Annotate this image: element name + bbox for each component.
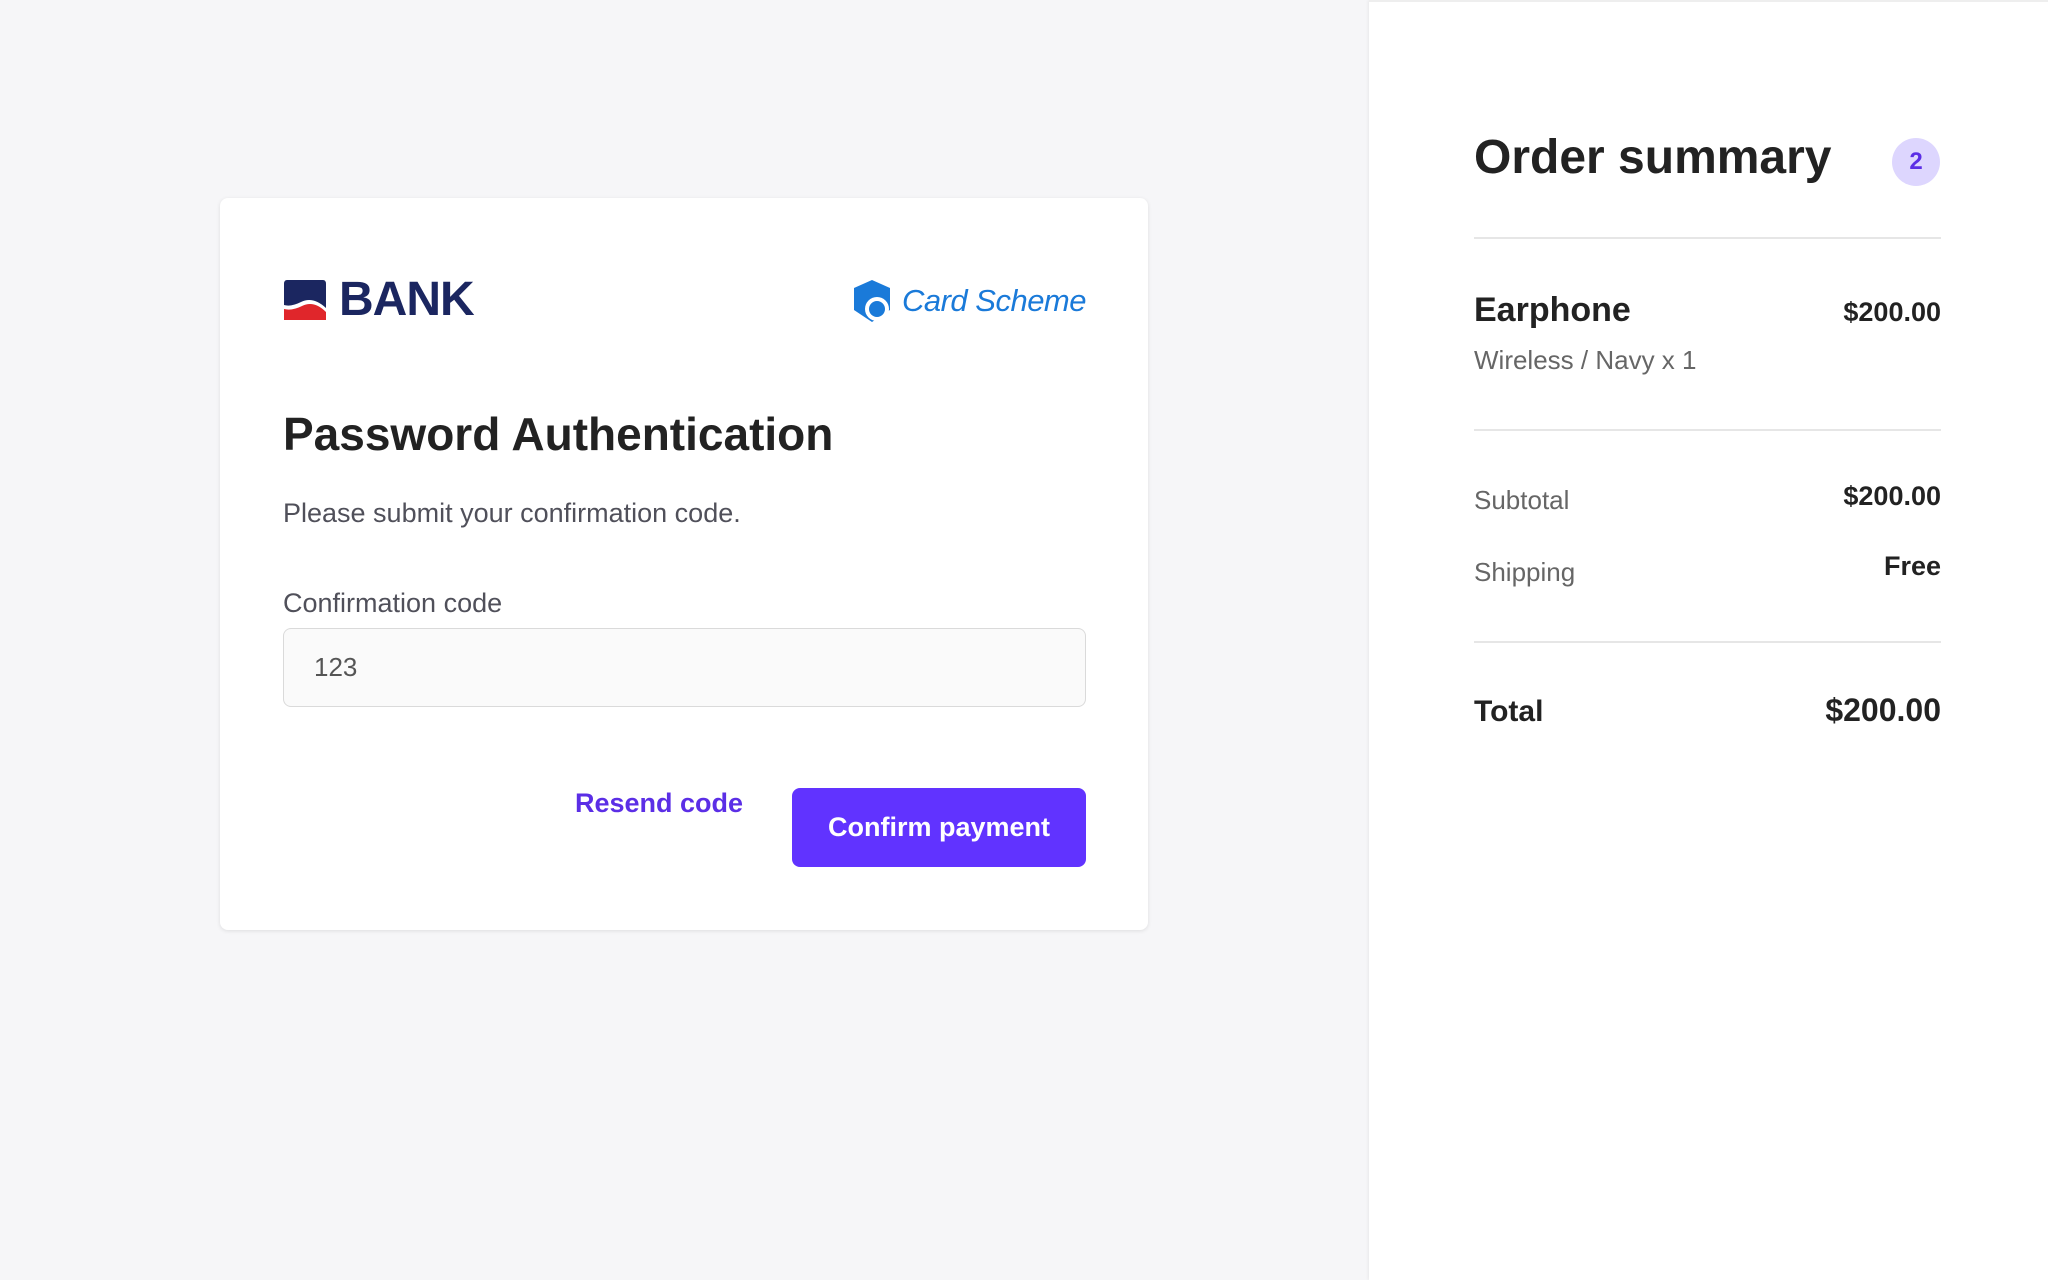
subtotal-value: $200.00 <box>1843 481 1941 511</box>
confirmation-code-input[interactable] <box>283 628 1086 707</box>
divider <box>1474 237 1941 239</box>
authentication-pane: BANK Card Scheme Password Authentication… <box>0 0 1369 1280</box>
total-value: $200.00 <box>1825 692 1941 728</box>
confirm-payment-button[interactable]: Confirm payment <box>792 788 1086 867</box>
authentication-card: BANK Card Scheme Password Authentication… <box>220 198 1148 930</box>
instructions-text: Please submit your confirmation code. <box>283 498 741 528</box>
divider <box>1474 429 1941 431</box>
order-summary-pane: Order summary 2 Earphone Wireless / Navy… <box>1369 0 2048 1280</box>
order-summary-title: Order summary <box>1474 131 1832 184</box>
bank-logo-icon <box>284 280 326 320</box>
item-price: $200.00 <box>1843 297 1941 327</box>
confirmation-code-label: Confirmation code <box>283 588 503 618</box>
page-title: Password Authentication <box>283 408 834 460</box>
divider <box>1474 641 1941 643</box>
total-label: Total <box>1474 695 1544 728</box>
subtotal-label: Subtotal <box>1474 485 1570 515</box>
bank-name: BANK <box>339 273 475 326</box>
bank-logo: BANK <box>283 273 475 326</box>
resend-code-link[interactable]: Resend code <box>575 788 743 819</box>
item-variant: Wireless / Navy x 1 <box>1474 345 1697 375</box>
item-name: Earphone <box>1474 291 1631 329</box>
shipping-label: Shipping <box>1474 557 1576 587</box>
card-scheme-logo-icon <box>853 280 890 322</box>
shipping-value: Free <box>1883 551 1941 581</box>
card-scheme-name: Card Scheme <box>901 283 1087 318</box>
item-count-badge: 2 <box>1892 138 1940 186</box>
card-scheme-logo: Card Scheme <box>850 278 1087 324</box>
